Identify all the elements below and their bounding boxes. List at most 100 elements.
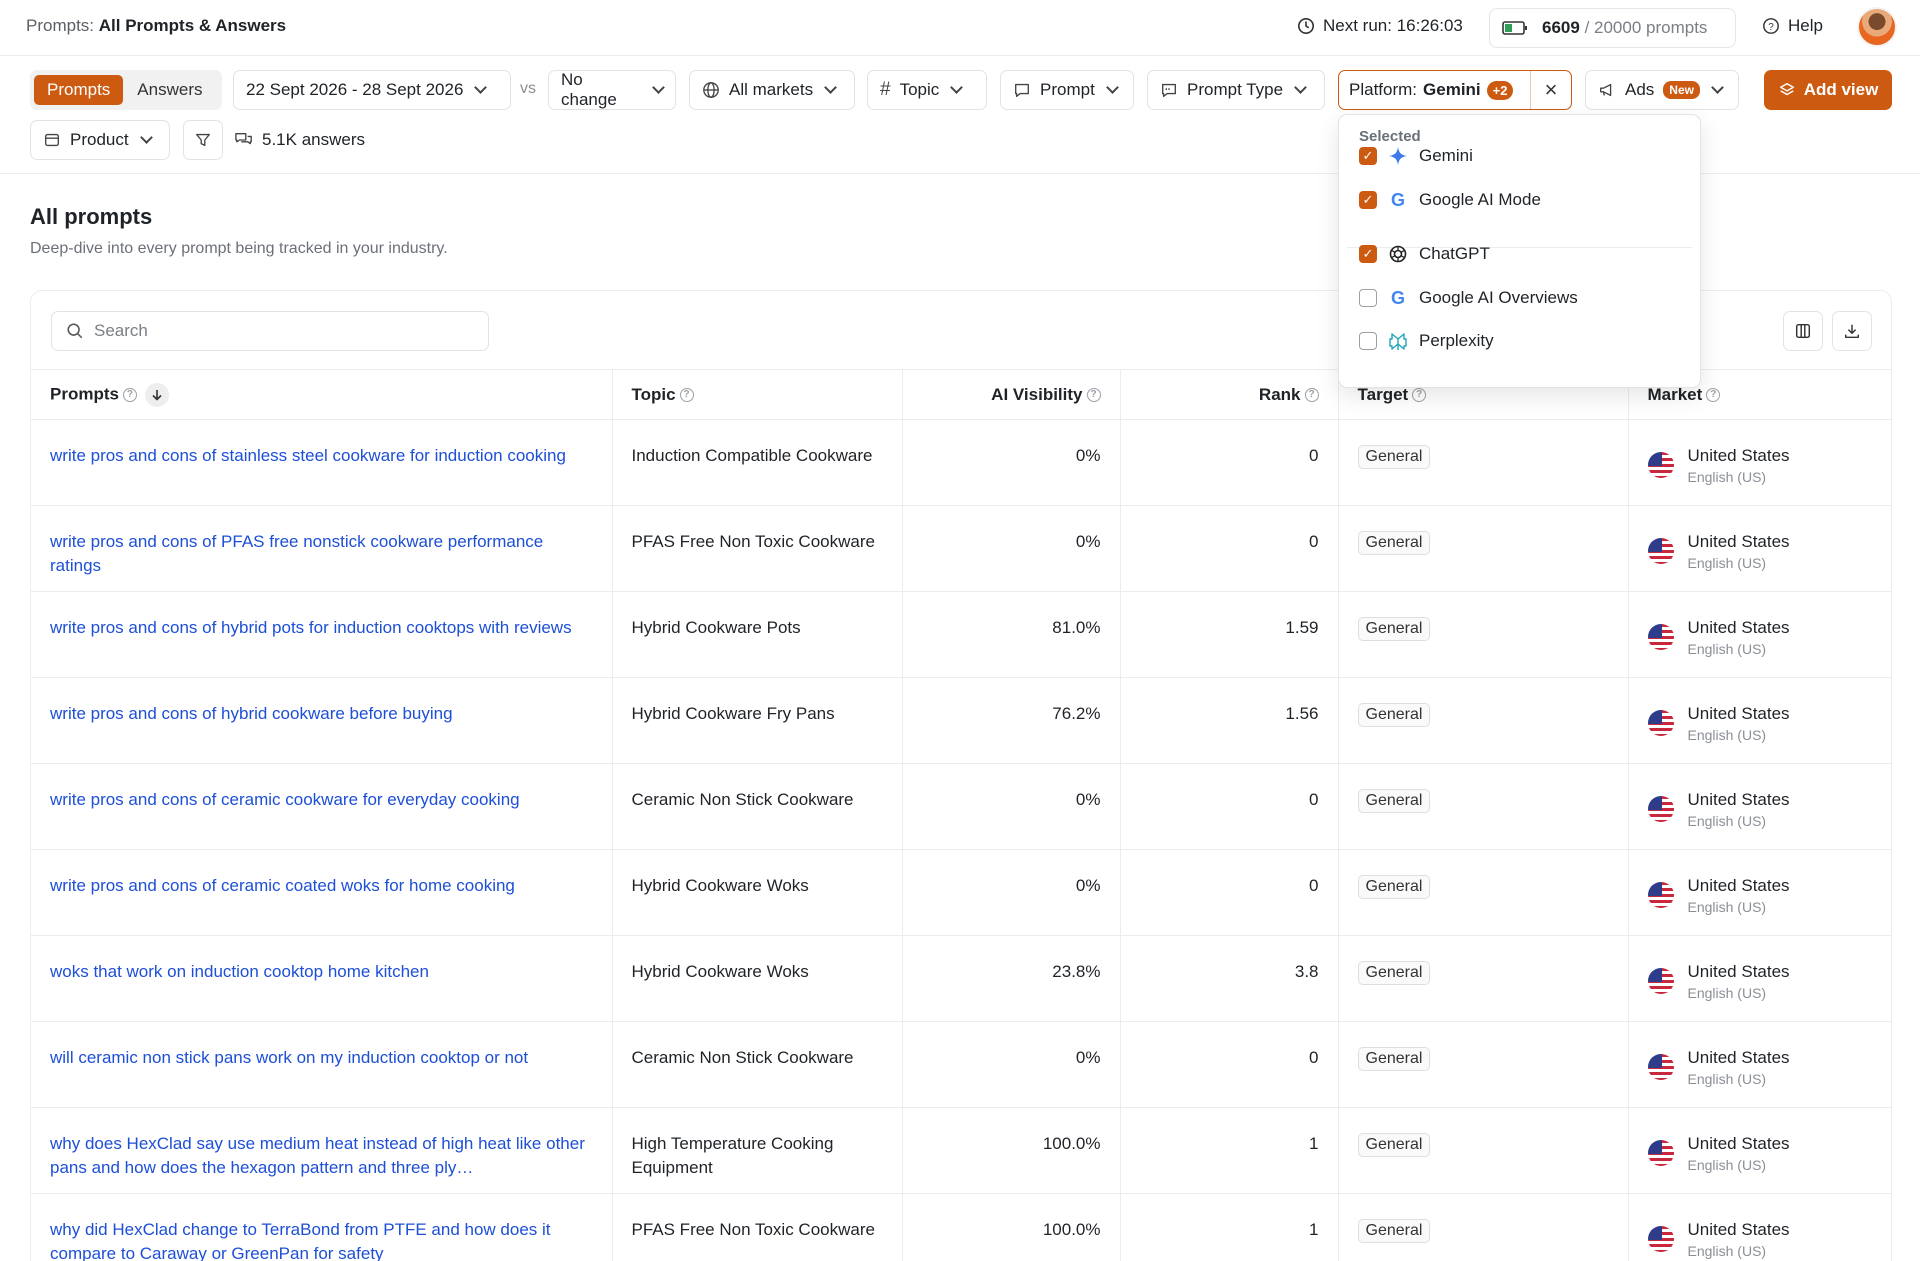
prompt-cell[interactable]: why does HexClad say use medium heat ins… <box>31 1107 612 1194</box>
search-input[interactable] <box>94 321 454 341</box>
table-row[interactable]: why does HexClad say use medium heat ins… <box>31 1107 1891 1194</box>
info-icon: ? <box>679 388 694 403</box>
add-view-button[interactable]: Add view <box>1764 70 1892 110</box>
topic-cell: Induction Compatible Cookware <box>611 419 902 506</box>
market-country: United States <box>1687 876 1790 895</box>
table-row[interactable]: write pros and cons of PFAS free nonstic… <box>31 505 1891 592</box>
table-row[interactable]: will ceramic non stick pans work on my i… <box>31 1021 1891 1108</box>
platform-option-gemini[interactable]: ✓ Gemini <box>1359 141 1473 171</box>
prompt-quota[interactable]: 6609 / 20000 prompts <box>1489 8 1736 48</box>
prompt-cell[interactable]: write pros and cons of PFAS free nonstic… <box>31 505 612 592</box>
us-flag-icon <box>1647 1054 1674 1080</box>
next-run-text: Next run: 16:26:03 <box>1323 16 1463 35</box>
prompt-link[interactable]: write pros and cons of ceramic cookware … <box>50 790 520 809</box>
sort-button[interactable] <box>144 382 169 407</box>
platform-filter-label[interactable]: Platform: Gemini +2 <box>1339 71 1531 109</box>
help-link[interactable]: ? Help <box>1762 16 1823 36</box>
clear-platform-button[interactable]: × <box>1531 77 1571 103</box>
columns-button[interactable] <box>1783 311 1823 351</box>
ai-visibility-cell: 0% <box>901 419 1120 506</box>
checkbox[interactable]: ✓ <box>1359 191 1377 209</box>
ai-visibility-cell: 0% <box>901 1021 1120 1108</box>
download-button[interactable] <box>1832 311 1872 351</box>
ai-visibility-cell: 76.2% <box>901 677 1120 764</box>
table-row[interactable]: write pros and cons of stainless steel c… <box>31 419 1891 506</box>
prompt-cell[interactable]: woks that work on induction cooktop home… <box>31 935 612 1022</box>
market-country: United States <box>1687 1220 1790 1239</box>
prompt-filter[interactable]: Prompt <box>1000 70 1134 110</box>
checkbox[interactable] <box>1359 289 1377 307</box>
checkbox[interactable]: ✓ <box>1359 147 1377 165</box>
help-label: Help <box>1788 16 1823 35</box>
col-ai-visibility[interactable]: AI Visibility? <box>901 369 1120 420</box>
col-topic[interactable]: Topic? <box>611 369 902 420</box>
checkbox[interactable] <box>1359 332 1377 350</box>
table-row[interactable]: write pros and cons of hybrid pots for i… <box>31 591 1891 678</box>
platform-option-chatgpt[interactable]: ✓ ChatGPT <box>1359 239 1490 269</box>
chevron-down-icon <box>1105 81 1119 94</box>
prompt-cell[interactable]: will ceramic non stick pans work on my i… <box>31 1021 612 1108</box>
prompt-link[interactable]: why does HexClad say use medium heat ins… <box>50 1134 585 1177</box>
target-badge: General <box>1357 961 1431 985</box>
us-flag-icon <box>1647 1140 1674 1166</box>
user-avatar[interactable] <box>1857 7 1897 47</box>
table-row[interactable]: write pros and cons of ceramic coated wo… <box>31 849 1891 936</box>
prompt-link[interactable]: write pros and cons of stainless steel c… <box>50 446 566 465</box>
topic-filter[interactable]: # Topic <box>867 70 987 110</box>
platform-option-google-ai-overviews[interactable]: G Google AI Overviews <box>1359 283 1578 313</box>
chevron-down-icon <box>474 81 488 94</box>
prompt-cell[interactable]: write pros and cons of ceramic coated wo… <box>31 849 612 936</box>
prompt-cell[interactable]: write pros and cons of ceramic cookware … <box>31 763 612 850</box>
prompt-link[interactable]: woks that work on induction cooktop home… <box>50 962 429 981</box>
platform-filter[interactable]: Platform: Gemini +2 × <box>1338 70 1572 110</box>
prompt-cell[interactable]: write pros and cons of hybrid pots for i… <box>31 591 612 678</box>
target-badge: General <box>1357 1219 1431 1243</box>
platform-option-perplexity[interactable]: Perplexity <box>1359 326 1494 356</box>
market-cell: United States English (US) <box>1627 1021 1891 1108</box>
view-toggle: Prompts Answers <box>30 70 222 110</box>
platform-option-google-ai-mode[interactable]: ✓ G Google AI Mode <box>1359 185 1541 215</box>
tab-prompts[interactable]: Prompts <box>34 75 124 105</box>
table-row[interactable]: why did HexClad change to TerraBond from… <box>31 1193 1891 1261</box>
target-cell: General <box>1337 505 1628 592</box>
market-country: United States <box>1687 1134 1790 1153</box>
market-language: English (US) <box>1687 813 1767 829</box>
prompt-type-filter[interactable]: Prompt Type <box>1147 70 1325 110</box>
prompt-cell[interactable]: write pros and cons of stainless steel c… <box>31 419 612 506</box>
market-language: English (US) <box>1687 899 1767 915</box>
table-row[interactable]: write pros and cons of hybrid cookware b… <box>31 677 1891 764</box>
tab-answers[interactable]: Answers <box>127 80 212 100</box>
ads-filter[interactable]: Ads New <box>1585 70 1739 110</box>
prompt-link[interactable]: why did HexClad change to TerraBond from… <box>50 1220 551 1261</box>
prompt-link[interactable]: will ceramic non stick pans work on my i… <box>50 1048 528 1067</box>
checkbox[interactable]: ✓ <box>1359 245 1377 263</box>
table-row[interactable]: woks that work on induction cooktop home… <box>31 935 1891 1022</box>
market-cell: United States English (US) <box>1627 935 1891 1022</box>
markets-label: All markets <box>729 80 814 99</box>
ads-label: Ads <box>1625 80 1655 99</box>
platform-dropdown: Selected ✓ Gemini ✓ G Google AI Mode ✓ C… <box>1338 114 1701 388</box>
prompt-cell[interactable]: why did HexClad change to TerraBond from… <box>31 1193 612 1261</box>
prompt-link[interactable]: write pros and cons of hybrid cookware b… <box>50 704 453 723</box>
target-badge: General <box>1357 617 1431 641</box>
col-rank[interactable]: Rank? <box>1119 369 1338 420</box>
prompt-cell[interactable]: write pros and cons of hybrid cookware b… <box>31 677 612 764</box>
ai-visibility-cell: 0% <box>901 849 1120 936</box>
topic-cell: Hybrid Cookware Pots <box>611 591 902 678</box>
target-cell: General <box>1337 1021 1628 1108</box>
date-range-picker[interactable]: 22 Sept 2026 - 28 Sept 2026 <box>233 70 511 110</box>
prompts-table: Prompts? Topic? AI Visibility? Rank? Tar… <box>31 369 1891 1261</box>
table-row[interactable]: write pros and cons of ceramic cookware … <box>31 763 1891 850</box>
markets-select[interactable]: All markets <box>689 70 855 110</box>
breadcrumb-prefix: Prompts: <box>26 16 95 35</box>
prompt-link[interactable]: write pros and cons of ceramic coated wo… <box>50 876 515 895</box>
top-bar: Prompts: All Prompts & Answers Next run:… <box>0 0 1920 56</box>
compare-select[interactable]: No change <box>548 70 676 110</box>
prompt-link[interactable]: write pros and cons of hybrid pots for i… <box>50 618 572 637</box>
col-prompts[interactable]: Prompts? <box>31 369 612 420</box>
product-filter[interactable]: Product <box>30 120 170 160</box>
rank-cell: 0 <box>1119 505 1338 592</box>
filter-button[interactable] <box>183 120 223 160</box>
prompt-link[interactable]: write pros and cons of PFAS free nonstic… <box>50 532 543 575</box>
topic-cell: Hybrid Cookware Woks <box>611 935 902 1022</box>
